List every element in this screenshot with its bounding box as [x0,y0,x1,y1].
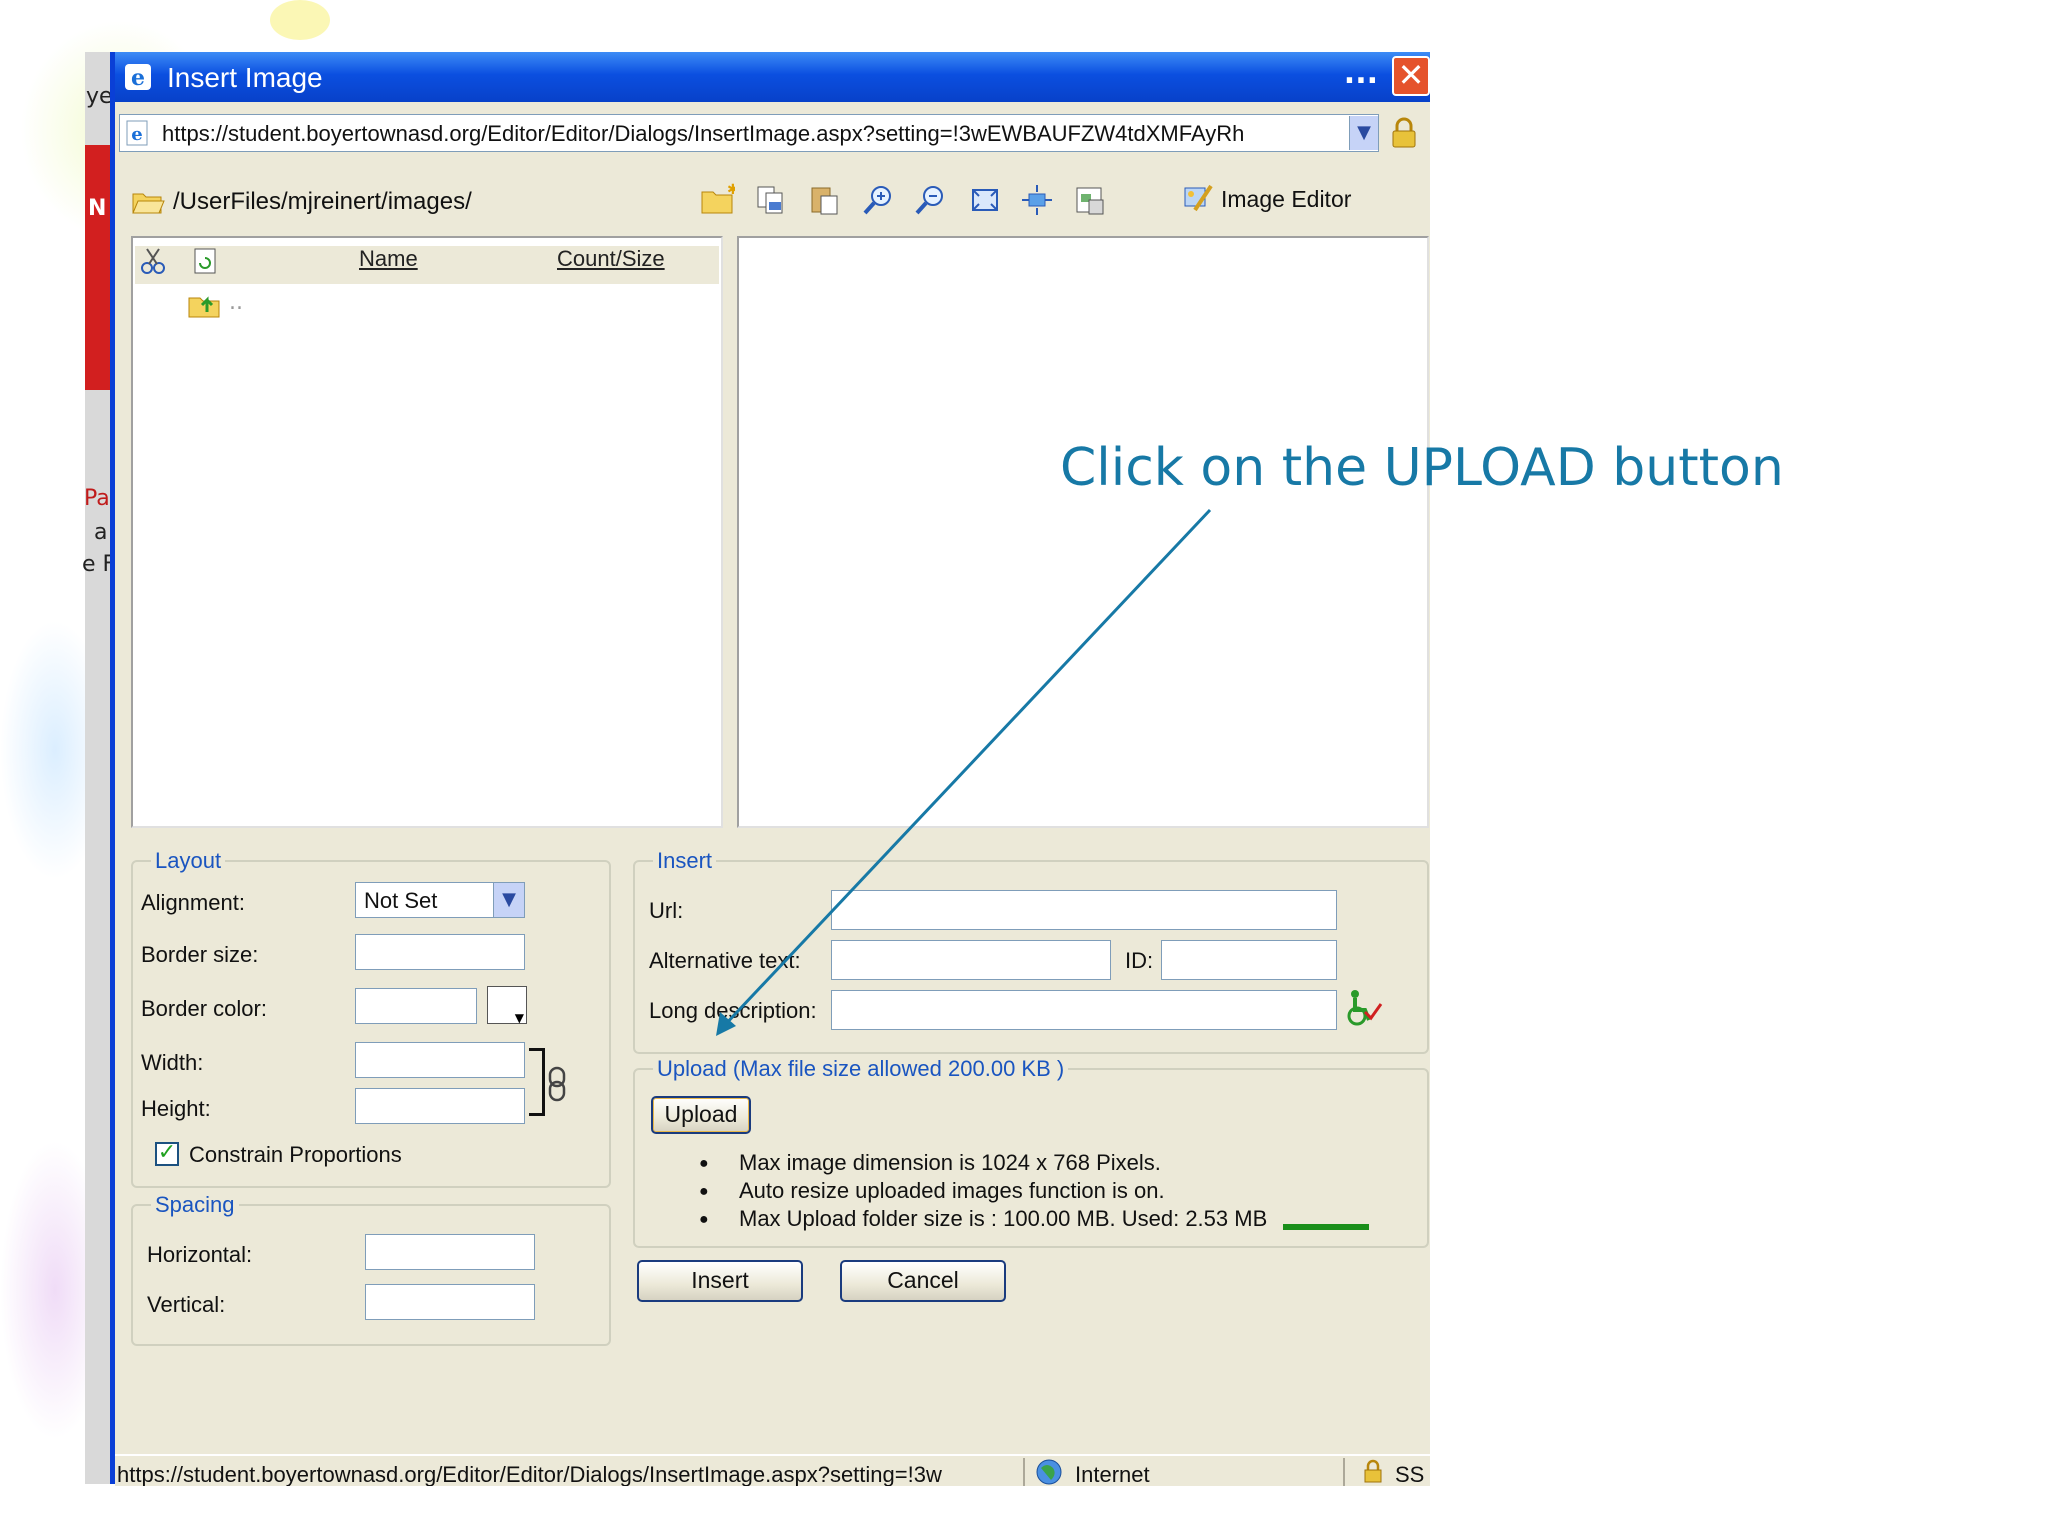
folder-path: /UserFiles/mjreinert/images/ [173,188,472,215]
parent-folder-label: .. [229,290,243,315]
background-window-text: a [94,520,108,545]
background-window-text: N [88,196,107,221]
paste-icon[interactable] [807,182,843,218]
border-size-input[interactable] [355,934,525,970]
file-browser[interactable] [131,236,723,828]
title-bar[interactable]: e Insert Image ... ✕ [115,52,1430,102]
upload-notes: Max image dimension is 1024 x 768 Pixels… [699,1150,1267,1234]
zoom-in-icon[interactable] [861,182,897,218]
annotation-arrow [716,508,1212,1036]
status-zone: Internet [1075,1462,1150,1486]
background-window-text: Pa [84,486,110,511]
upload-button[interactable]: Upload [651,1096,751,1134]
status-url: https://student.boyertownasd.org/Editor/… [117,1462,942,1486]
svg-text:e: e [131,65,145,91]
copy-icon[interactable] [753,182,789,218]
accessibility-icon[interactable] [1343,988,1383,1028]
column-count-size[interactable]: Count/Size [557,246,665,272]
background-window-text: ye [86,84,113,109]
column-name[interactable]: Name [359,246,418,272]
color-picker-button[interactable]: ▼ [487,986,527,1025]
image-editor-button[interactable]: Image Editor [1175,176,1385,222]
border-size-label: Border size: [141,942,259,967]
best-fit-icon[interactable] [967,182,1003,218]
lock-icon[interactable] [1387,116,1421,150]
address-bar[interactable]: e https://student.boyertownasd.org/Edito… [119,114,1379,152]
cancel-button[interactable]: Cancel [840,1260,1006,1302]
spacing-legend: Spacing [151,1192,239,1218]
width-input[interactable] [355,1042,525,1078]
alignment-value: Not Set [364,888,438,913]
address-url: https://student.boyertownasd.org/Editor/… [162,121,1245,146]
insert-button[interactable]: Insert [637,1260,803,1302]
svg-text:e: e [131,124,142,145]
status-divider [1023,1458,1025,1486]
status-divider [1343,1458,1345,1486]
list-item: Max Upload folder size is : 100.00 MB. U… [699,1206,1267,1234]
cut-icon[interactable] [139,246,167,276]
list-item: Max image dimension is 1024 x 768 Pixels… [699,1150,1267,1178]
list-item[interactable]: .. [187,288,267,322]
properties-icon[interactable] [1073,182,1109,218]
image-editor-label: Image Editor [1221,186,1352,212]
globe-icon [1036,1459,1062,1485]
refresh-icon[interactable] [191,246,219,276]
annotation-text: Click on the UPLOAD button [1060,438,1784,498]
image-editor-icon [1184,184,1213,212]
status-ssl: SS [1395,1462,1425,1486]
actual-size-icon[interactable] [1019,182,1055,218]
background-swirl-yellow [270,0,330,40]
border-color-label: Border color: [141,996,267,1021]
upload-usage-bar [1283,1224,1369,1230]
open-folder-icon [132,193,165,214]
link-icon[interactable] [547,1066,567,1102]
status-bar: https://student.boyertownasd.org/Editor/… [115,1454,1430,1486]
dialog-title: Insert Image [167,62,323,93]
new-folder-icon[interactable]: ✱ [699,182,735,218]
internet-explorer-icon: e [125,64,151,91]
layout-legend: Layout [151,848,226,874]
border-color-input[interactable] [355,988,477,1024]
height-input[interactable] [355,1088,525,1124]
page-icon: e [126,120,148,146]
alignment-select[interactable]: Not Set ▼ [355,882,525,918]
width-label: Width: [141,1050,204,1075]
horizontal-input[interactable] [365,1234,535,1270]
folder-up-icon [188,296,220,318]
upload-legend: Upload (Max file size allowed 200.00 KB … [653,1056,1069,1082]
list-item: Auto resize uploaded images function is … [699,1178,1267,1206]
alignment-label: Alignment: [141,890,245,915]
title-menu[interactable]: ... [1344,56,1378,91]
vertical-label: Vertical: [147,1292,226,1317]
constrain-checkbox[interactable]: ✓ [155,1142,179,1166]
constrain-label: Constrain Proportions [189,1142,402,1167]
vertical-input[interactable] [365,1284,535,1320]
chevron-down-icon: ▼ [493,883,524,917]
upload-usage-fill [1283,1224,1369,1230]
spacing-group [131,1204,611,1346]
close-button[interactable]: ✕ [1392,56,1430,96]
url-label: Url: [649,898,684,923]
constrain-bracket [529,1048,545,1116]
zoom-out-icon[interactable] [913,182,949,218]
color-picker-icon: ▼ [514,1011,524,1025]
svg-text:✱: ✱ [727,182,735,198]
chevron-down-icon[interactable]: ▼ [1349,116,1378,150]
horizontal-label: Horizontal: [147,1242,253,1267]
lock-icon [1364,1459,1382,1483]
height-label: Height: [141,1096,211,1121]
